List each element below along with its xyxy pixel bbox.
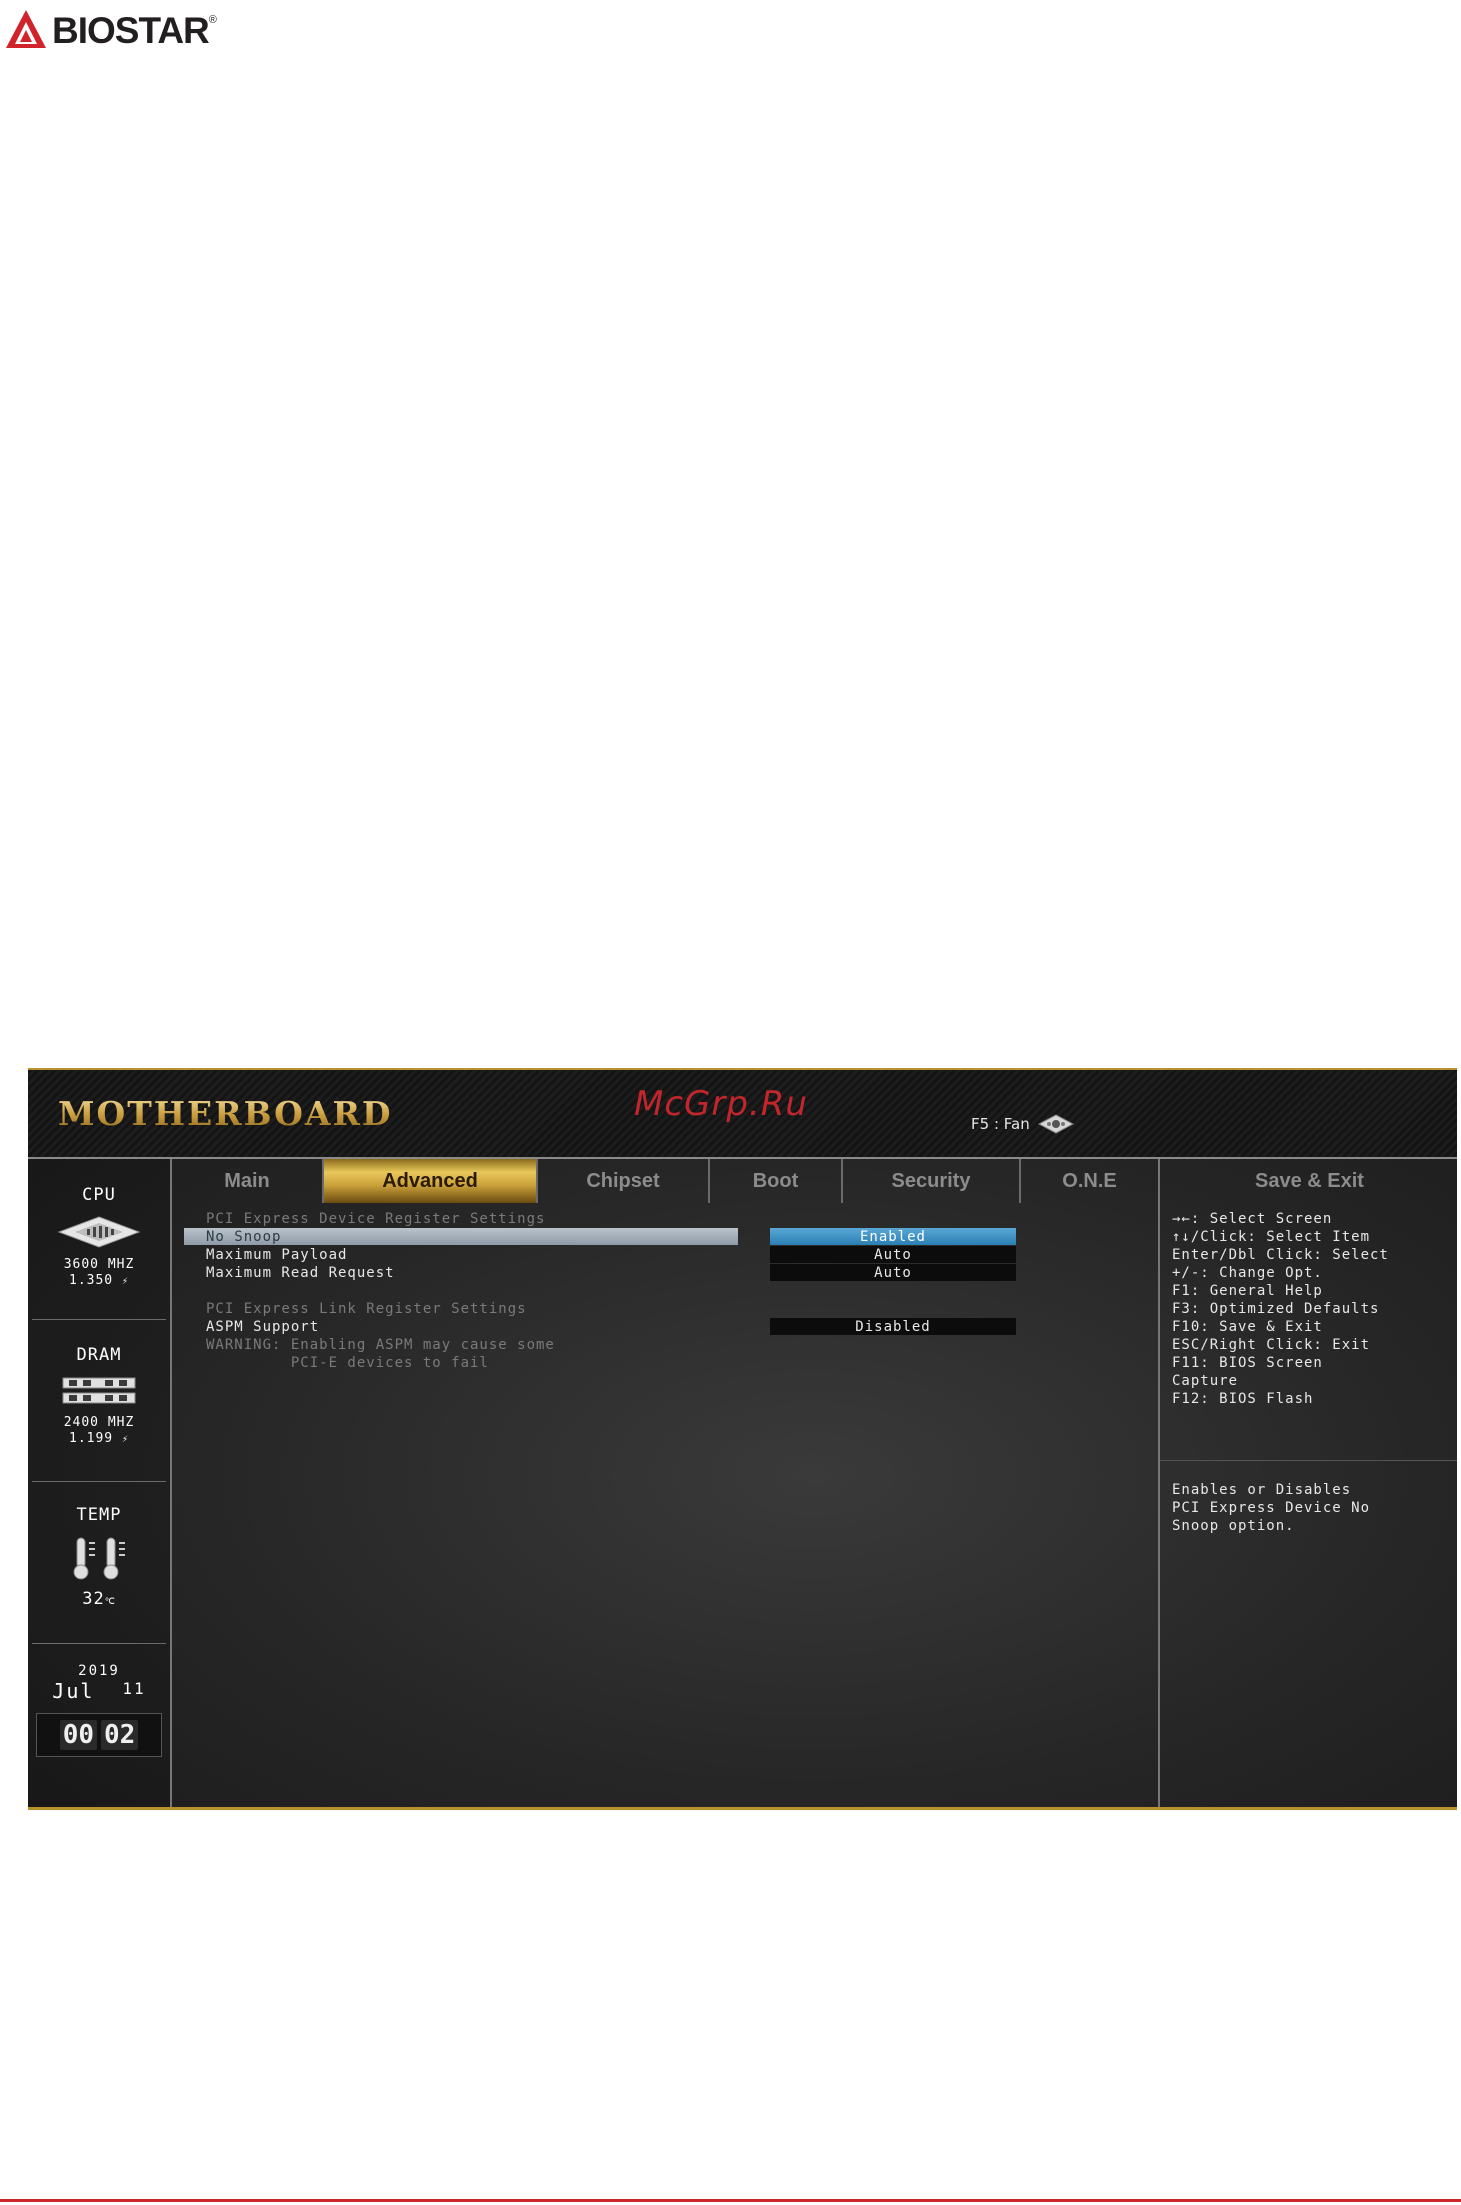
- max-payload-value[interactable]: Auto: [770, 1246, 1016, 1263]
- brand-title: MOTHERBOARD: [58, 1094, 393, 1133]
- cpu-info: CPU 3600 MHZ 1.350 ⚡: [28, 1185, 170, 1290]
- help-key-line: F1: General Help: [1172, 1283, 1323, 1299]
- help-key-line: Enter/Dbl Click: Select: [1172, 1247, 1389, 1263]
- tab-main[interactable]: Main: [172, 1159, 324, 1203]
- bios-header: MOTHERBOARD McGrp.Ru F5 : Fan: [28, 1070, 1457, 1159]
- temp-value: 32: [82, 1589, 105, 1609]
- biostar-logo: BIOSTAR ®: [4, 4, 217, 56]
- max-payload-label: Maximum Payload: [206, 1247, 348, 1263]
- help-key-line: F3: Optimized Defaults: [1172, 1301, 1380, 1317]
- cpu-title: CPU: [82, 1185, 116, 1205]
- fan-icon: [1037, 1114, 1074, 1134]
- temp-title: TEMP: [76, 1505, 122, 1525]
- warning-text-2: PCI-E devices to fail: [172, 1354, 1158, 1372]
- temp-unit: ℃: [104, 1597, 116, 1607]
- system-info-sidebar: CPU 3600 MHZ 1.350 ⚡ DRAM 2400 MHZ 1.199…: [28, 1159, 172, 1807]
- help-key-line: F10: Save & Exit: [1172, 1319, 1323, 1335]
- max-read-value[interactable]: Auto: [770, 1264, 1016, 1281]
- warning-line-1: WARNING: Enabling ASPM may cause some: [206, 1337, 555, 1353]
- help-key-line: F12: BIOS Flash: [1172, 1391, 1314, 1407]
- dram-frequency: 2400 MHZ: [63, 1415, 135, 1430]
- dram-info: DRAM 2400 MHZ 1.199 ⚡: [28, 1345, 170, 1448]
- max-read-label: Maximum Read Request: [206, 1265, 395, 1281]
- logo-text: BIOSTAR: [52, 9, 210, 51]
- help-key-line: ↑↓/Click: Select Item: [1172, 1229, 1371, 1245]
- thermometer-icon: [73, 1537, 125, 1580]
- aspm-label: ASPM Support: [206, 1319, 320, 1335]
- date-time-info: 2019 Jul 11 00 02: [28, 1663, 170, 1757]
- dram-title: DRAM: [76, 1345, 122, 1365]
- settings-panel: PCI Express Device Register Settings No …: [172, 1203, 1158, 1807]
- help-key-line: →←: Select Screen: [1172, 1211, 1333, 1227]
- tab-boot[interactable]: Boot: [710, 1159, 843, 1203]
- date-day: 11: [122, 1679, 146, 1698]
- help-description-line: Snoop option.: [1172, 1518, 1295, 1534]
- help-key-line: F11: BIOS Screen: [1172, 1355, 1323, 1371]
- tab-save-exit[interactable]: Save & Exit: [1160, 1159, 1457, 1203]
- logo-registered-mark: ®: [208, 14, 217, 26]
- date-month: Jul: [52, 1679, 95, 1703]
- help-divider: [1160, 1460, 1457, 1461]
- clock-display: 00 02: [36, 1713, 162, 1757]
- bios-screen: MOTHERBOARD McGrp.Ru F5 : Fan CPU 3600 M…: [28, 1068, 1457, 1810]
- clock-minute: 02: [101, 1720, 139, 1750]
- date-year: 2019: [78, 1663, 120, 1679]
- warning-text-1: WARNING: Enabling ASPM may cause some: [172, 1336, 1158, 1354]
- dram-voltage: 1.199: [69, 1431, 114, 1446]
- page-bottom-rule: [0, 2199, 1461, 2202]
- help-key-line: +/-: Change Opt.: [1172, 1265, 1323, 1281]
- biostar-triangle-icon: [6, 10, 46, 48]
- cpu-voltage: 1.350: [69, 1273, 114, 1288]
- tab-chipset[interactable]: Chipset: [538, 1159, 710, 1203]
- sidebar-divider: [32, 1481, 166, 1482]
- no-snoop-value[interactable]: Enabled: [770, 1228, 1016, 1245]
- no-snoop-label: No Snoop: [206, 1229, 282, 1245]
- tab-advanced[interactable]: Advanced: [324, 1159, 538, 1203]
- clock-hour: 00: [59, 1720, 97, 1750]
- setting-aspm-support[interactable]: ASPM Support Disabled: [172, 1318, 1158, 1336]
- setting-no-snoop[interactable]: No Snoop Enabled: [172, 1228, 1158, 1246]
- watermark: McGrp.Ru: [634, 1084, 808, 1124]
- f5-label: F5 : Fan: [971, 1115, 1030, 1133]
- tab-one[interactable]: O.N.E: [1021, 1159, 1158, 1203]
- warning-line-2: PCI-E devices to fail: [206, 1355, 489, 1371]
- tab-security[interactable]: Security: [843, 1159, 1021, 1203]
- sidebar-divider: [32, 1319, 166, 1320]
- dram-voltage-unit: ⚡: [121, 1434, 129, 1445]
- cpu-voltage-unit: ⚡: [121, 1276, 129, 1287]
- section-header-link: PCI Express Link Register Settings: [172, 1300, 1158, 1318]
- help-description-line: Enables or Disables: [1172, 1482, 1352, 1498]
- cpu-frequency: 3600 MHZ: [63, 1257, 135, 1272]
- temp-info: TEMP 32℃: [28, 1505, 170, 1609]
- device-register-header: PCI Express Device Register Settings: [206, 1211, 546, 1227]
- sidebar-divider: [32, 1643, 166, 1644]
- help-key-line: ESC/Right Click: Exit: [1172, 1337, 1371, 1353]
- cpu-chip-icon: [57, 1216, 141, 1248]
- link-register-header: PCI Express Link Register Settings: [206, 1301, 527, 1317]
- help-description-line: PCI Express Device No: [1172, 1500, 1371, 1516]
- setting-max-payload[interactable]: Maximum Payload Auto: [172, 1246, 1158, 1264]
- aspm-value[interactable]: Disabled: [770, 1318, 1016, 1335]
- help-panel: Save & Exit →←: Select Screen ↑↓/Click: …: [1158, 1159, 1457, 1807]
- setting-max-read-request[interactable]: Maximum Read Request Auto: [172, 1264, 1158, 1282]
- f5-fan-hotkey[interactable]: F5 : Fan: [971, 1114, 1074, 1134]
- help-key-line: Capture: [1172, 1373, 1239, 1389]
- dram-module-icon: [62, 1377, 136, 1404]
- section-header-device: PCI Express Device Register Settings: [172, 1210, 1158, 1228]
